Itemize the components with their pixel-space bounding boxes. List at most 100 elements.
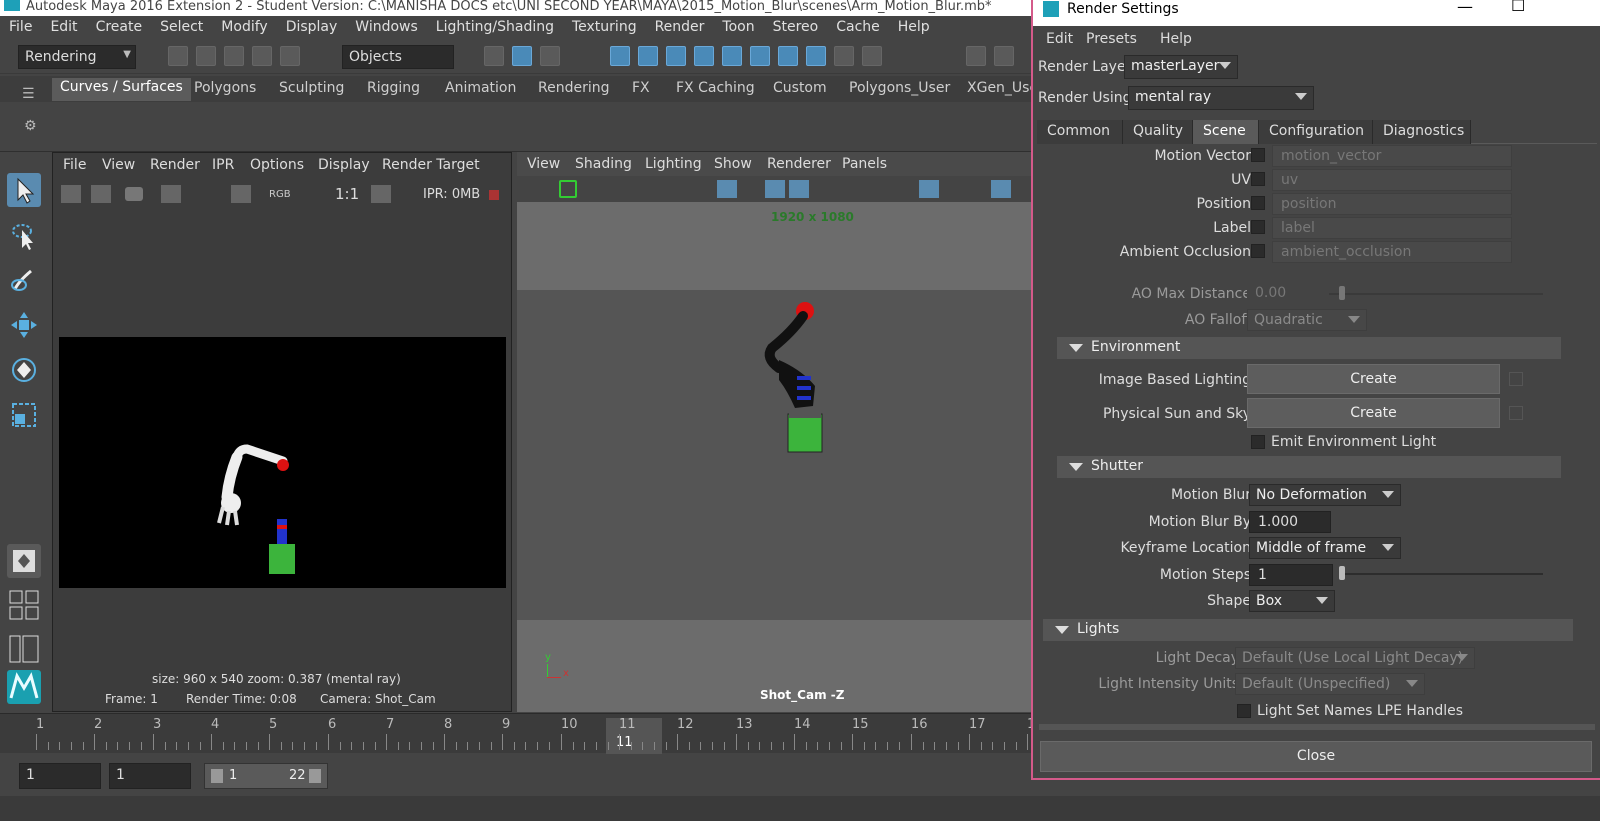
uv-checkbox[interactable] (1251, 172, 1265, 186)
new-scene-icon[interactable] (168, 46, 188, 66)
smooth-shade-icon[interactable] (789, 180, 809, 198)
label-checkbox[interactable] (1251, 220, 1265, 234)
textured-icon[interactable] (919, 180, 939, 198)
lpe-handles-checkbox[interactable] (1237, 704, 1251, 718)
motion-vector-field[interactable]: motion_vector (1272, 145, 1512, 167)
ao-max-distance-field[interactable]: 0.00 (1247, 283, 1323, 305)
menu-render[interactable]: Render (646, 16, 714, 40)
menu-toon[interactable]: Toon (713, 16, 763, 40)
tab-common[interactable]: Common (1037, 120, 1123, 144)
rv-menu-render[interactable]: Render (150, 157, 200, 173)
ambient-occlusion-checkbox[interactable] (1251, 244, 1265, 258)
rv-menu-options[interactable]: Options (250, 157, 304, 173)
position-field[interactable]: position (1272, 193, 1512, 215)
tab-diagnostics[interactable]: Diagnostics (1373, 120, 1471, 144)
range-handle-left[interactable] (211, 769, 223, 783)
motion-steps-knob[interactable] (1339, 566, 1345, 580)
light-units-dropdown[interactable]: Default (Unspecified) (1235, 673, 1425, 695)
tab-quality[interactable]: Quality (1123, 120, 1193, 144)
menu-select[interactable]: Select (151, 16, 212, 40)
redo-icon[interactable] (280, 46, 300, 66)
shape-dropdown[interactable]: Box (1249, 590, 1335, 612)
tab-fx[interactable]: FX (632, 80, 650, 96)
lock-icon[interactable] (834, 46, 854, 66)
uv-field[interactable]: uv (1272, 169, 1512, 191)
grid-icon[interactable] (717, 180, 737, 198)
menuset-dropdown[interactable]: Rendering ▼ (18, 45, 136, 69)
sun-sky-create-button[interactable]: Create (1247, 398, 1500, 428)
range-slider[interactable]: 1 22 (204, 763, 328, 789)
vp-menu-panels[interactable]: Panels (842, 156, 887, 172)
label-field[interactable]: label (1272, 217, 1512, 239)
minimize-icon[interactable]: — (1457, 0, 1473, 16)
emit-env-light-checkbox[interactable] (1251, 435, 1265, 449)
tab-fx-caching[interactable]: FX Caching (676, 80, 755, 96)
ao-max-distance-knob[interactable] (1339, 286, 1345, 300)
open-scene-icon[interactable] (196, 46, 216, 66)
tab-rigging[interactable]: Rigging (367, 80, 420, 96)
horizontal-scrollbar[interactable] (1039, 724, 1595, 730)
menu-help[interactable]: Help (889, 16, 939, 40)
lights-section-header[interactable]: Lights (1043, 619, 1573, 641)
ibl-map-icon[interactable] (1509, 372, 1523, 386)
light-decay-dropdown[interactable]: Default (Use Local Light Decay) (1235, 647, 1475, 669)
rv-display-icon[interactable] (371, 185, 391, 203)
rv-menu-ipr[interactable]: IPR (212, 157, 234, 173)
rv-menu-file[interactable]: File (63, 157, 86, 173)
pick-icon[interactable] (862, 46, 882, 66)
rv-menu-view[interactable]: View (102, 157, 135, 173)
playback-start-field[interactable]: 1 (109, 763, 191, 789)
select-component-icon[interactable] (540, 46, 560, 66)
vp-menu-view[interactable]: View (527, 156, 560, 172)
menu-lighting-shading[interactable]: Lighting/Shading (427, 16, 563, 40)
ipr-render-icon[interactable] (994, 46, 1014, 66)
time-slider[interactable]: 11 12345678910111213141516171 (0, 713, 1075, 754)
menu-modify[interactable]: Modify (212, 16, 276, 40)
snap-curve-icon[interactable] (638, 46, 658, 66)
ao-max-distance-slider[interactable] (1329, 293, 1543, 295)
animation-start-field[interactable]: 1 (19, 763, 101, 789)
vp-menu-shading[interactable]: Shading (575, 156, 632, 172)
maximize-icon[interactable]: ☐ (1511, 0, 1525, 15)
close-button[interactable]: Close (1040, 741, 1592, 772)
tab-animation[interactable]: Animation (445, 80, 516, 96)
menu-file[interactable]: File (0, 16, 41, 40)
select-tool-icon[interactable] (7, 173, 41, 207)
camera-snapshot-icon[interactable] (125, 187, 143, 201)
sun-sky-map-icon[interactable] (1509, 406, 1523, 420)
tab-polygons-user[interactable]: Polygons_User (849, 80, 950, 96)
render-view-icon[interactable] (966, 46, 986, 66)
ibl-create-button[interactable]: Create (1247, 364, 1500, 394)
tab-rendering[interactable]: Rendering (538, 80, 610, 96)
help-icon[interactable] (806, 46, 826, 66)
gear-icon[interactable]: ⚙ (24, 118, 37, 134)
environment-section-header[interactable]: Environment (1057, 337, 1561, 359)
stop-render-icon[interactable] (489, 190, 499, 200)
rv-render-icon[interactable] (61, 185, 81, 203)
menu-display[interactable]: Display (277, 16, 347, 40)
rv-menu-render-target[interactable]: Render Target (382, 157, 480, 173)
undo-icon[interactable] (252, 46, 272, 66)
tab-curves-surfaces[interactable]: Curves / Surfaces (52, 78, 191, 101)
xray-icon[interactable] (991, 180, 1011, 198)
vp-menu-lighting[interactable]: Lighting (645, 156, 702, 172)
single-view-layout-icon[interactable] (7, 544, 41, 578)
menu-create[interactable]: Create (87, 16, 152, 40)
tab-configuration[interactable]: Configuration (1259, 120, 1373, 144)
range-handle-right[interactable] (309, 769, 321, 783)
motion-steps-slider[interactable] (1339, 573, 1543, 575)
position-checkbox[interactable] (1251, 196, 1265, 210)
render-frame-icon[interactable] (778, 46, 798, 66)
camera-attributes-icon[interactable] (559, 180, 577, 198)
vp-menu-renderer[interactable]: Renderer (767, 156, 831, 172)
ambient-occlusion-field[interactable]: ambient_occlusion (1272, 241, 1512, 263)
menu-stereo[interactable]: Stereo (764, 16, 828, 40)
wireframe-icon[interactable] (765, 180, 785, 198)
tab-polygons[interactable]: Polygons (194, 80, 256, 96)
tab-xgen-user[interactable]: XGen_Use (967, 80, 1038, 96)
rv-menu-display[interactable]: Display (318, 157, 370, 173)
menu-edit[interactable]: Edit (41, 16, 86, 40)
snap-grid-icon[interactable] (610, 46, 630, 66)
snap-point-icon[interactable] (666, 46, 686, 66)
menu-texturing[interactable]: Texturing (563, 16, 646, 40)
